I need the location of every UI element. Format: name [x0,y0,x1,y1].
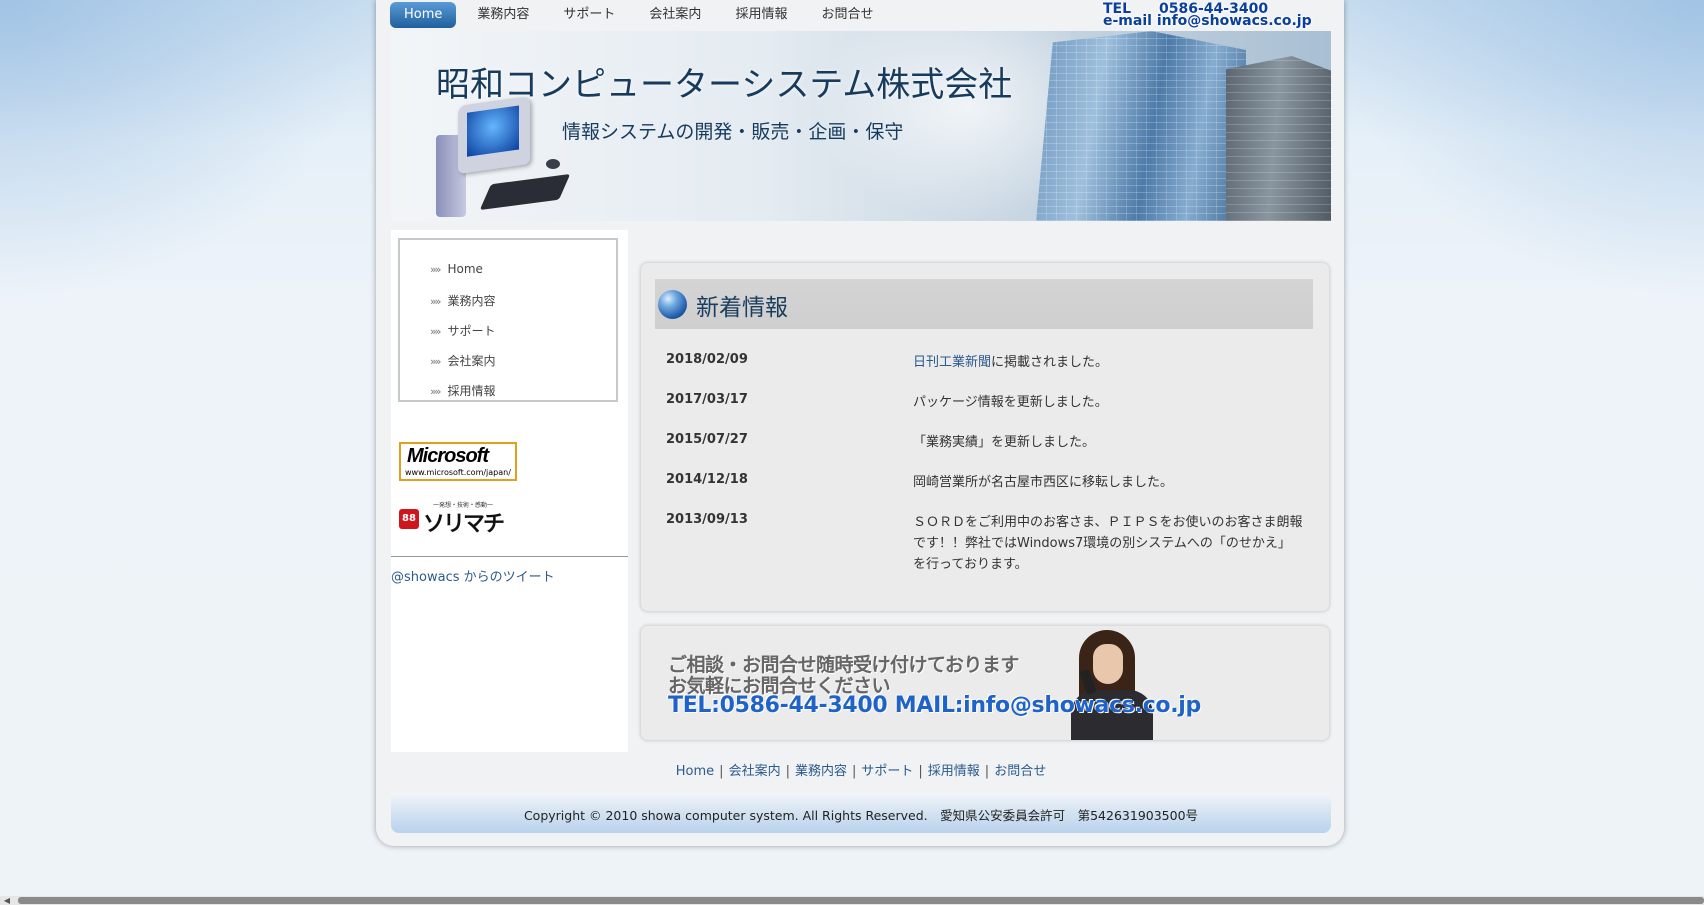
double-chevron-icon: »» [430,295,442,308]
sorimachi-logo-text: ソリマチ [423,512,505,537]
sidebar-divider [391,556,628,557]
sidebar-item-label: Home [447,262,483,276]
building-illustration-2 [1226,56,1331,221]
top-navigation: Home 業務内容 サポート 会社案内 採用情報 お問合せ [390,0,890,30]
footer-link-services[interactable]: 業務内容 [795,764,847,779]
news-text: ＳＯＲＤをご利用中のお客さま、ＰＩＰＳをお使いのお客さま朗報です！！弊社ではWi… [913,515,1303,572]
sidebar-item-label: サポート [447,324,496,338]
scroll-left-icon[interactable]: ◀ [0,896,14,905]
globe-icon [658,290,687,319]
sidebar-item-label: 採用情報 [447,384,496,398]
sidebar-item-label: 会社案内 [447,354,496,368]
nav-support[interactable]: サポート [546,2,632,28]
news-text: 岡崎営業所が名古屋市西区に移転しました。 [913,475,1174,490]
microsoft-logo-text: Microsoft [407,445,489,467]
sidebar-item-label: 業務内容 [447,294,496,308]
header-email: e-mail info@showacs.co.jp [1103,13,1312,29]
footer-link-recruit[interactable]: 採用情報 [928,764,980,779]
news-title: 新着情報 [696,295,788,321]
footer-link-contact[interactable]: お問合せ [994,764,1046,779]
double-chevron-icon: »» [430,355,442,368]
news-text: 日刊工業新聞に掲載されました。 [913,355,1109,370]
company-name: 昭和コンピューターシステム株式会社 [436,65,1013,105]
sorimachi-logo-link[interactable]: 88 一発想・技術・感動一 ソリマチ [399,502,509,537]
footer-link-support[interactable]: サポート [861,764,913,779]
company-tagline: 情報システムの開発・販売・企画・保守 [562,121,904,143]
sidebar-item-services[interactable]: »» 業務内容 [430,292,495,309]
building-illustration [1036,31,1246,221]
scrollbar-thumb[interactable] [18,897,1704,904]
double-chevron-icon: »» [430,263,442,276]
sidebar-item-company[interactable]: »» 会社案内 [430,352,495,369]
footer-link-company[interactable]: 会社案内 [729,764,781,779]
news-date: 2018/02/09 [666,352,748,367]
contact-banner[interactable]: ご相談・お問合せ随時受け付けております お気軽にお問合せください TEL:058… [640,625,1330,741]
news-date: 2013/09/13 [666,512,748,527]
sorimachi-mark-icon: 88 [399,509,419,529]
microsoft-logo-link[interactable]: Microsoft www.microsoft.com/japan/ [399,442,517,481]
news-text: パッケージ情報を更新しました。 [913,395,1108,410]
news-date: 2014/12/18 [666,472,748,487]
news-link[interactable]: 日刊工業新聞 [913,355,991,370]
sidebar-item-support[interactable]: »» サポート [430,322,495,339]
news-text: 「業務実績」を更新しました。 [913,435,1096,450]
horizontal-scrollbar[interactable]: ◀ [0,896,1704,905]
sidebar-menu: »» Home »» 業務内容 »» サポート »» 会社案内 »» 採用情報 [398,238,618,402]
sidebar-item-home[interactable]: »» Home [430,262,483,276]
sidebar: »» Home »» 業務内容 »» サポート »» 会社案内 »» 採用情報 Micro… [391,230,628,752]
news-date: 2015/07/27 [666,432,748,447]
header-contact-info: TEL 0586-44-3400 e-mail info@showacs.co.… [1103,0,1339,30]
news-header: 新着情報 [655,279,1313,329]
nav-company[interactable]: 会社案内 [632,2,718,28]
header-banner: 昭和コンピューターシステム株式会社 情報システムの開発・販売・企画・保守 [391,31,1331,221]
nav-home[interactable]: Home [390,2,457,28]
nav-recruit[interactable]: 採用情報 [718,2,804,28]
contact-banner-tel-mail: TEL:0586-44-3400 MAIL:info@showacs.co.jp [668,693,1201,718]
microsoft-logo-url: www.microsoft.com/japan/ [405,468,511,477]
double-chevron-icon: »» [430,385,442,398]
footer-navigation: Home | 会社案内 | 業務内容 | サポート | 採用情報 | お問合せ [675,764,1047,779]
news-section: 新着情報 2018/02/09 日刊工業新聞に掲載されました。 2017/03/… [640,262,1330,612]
footer-bar: Copyright © 2010 showa computer system. … [391,793,1331,833]
twitter-timeline-link[interactable]: @showacs からのツイート [391,566,555,585]
background-glow-right [1324,0,1704,300]
computer-icon [436,95,576,221]
news-date: 2017/03/17 [666,392,748,407]
sidebar-item-recruit[interactable]: »» 採用情報 [430,382,495,399]
background-glow-left [0,0,380,300]
nav-services[interactable]: 業務内容 [460,2,546,28]
double-chevron-icon: »» [430,325,442,338]
copyright-text: Copyright © 2010 showa computer system. … [523,808,1199,823]
operator-photo [1065,630,1159,740]
nav-contact[interactable]: お問合せ [804,2,890,28]
footer-link-home[interactable]: Home [676,764,714,779]
